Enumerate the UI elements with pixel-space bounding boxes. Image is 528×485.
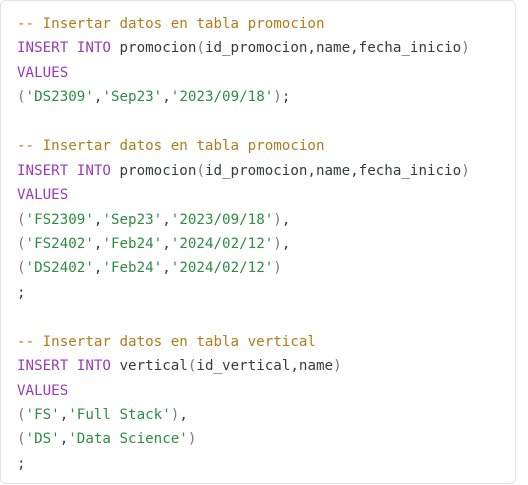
statement-terminator: ; xyxy=(17,455,26,472)
comment-text: -- Insertar datos en tabla promocion xyxy=(17,16,325,32)
sql-code: -- Insertar datos en tabla promocion INSE… xyxy=(17,12,470,476)
column-list: id_promocion,name,fecha_inicio xyxy=(204,162,462,179)
code-line-comment: -- Insertar datos en tabla promocion xyxy=(17,134,470,158)
string-literal: 'FS2402' xyxy=(25,235,94,252)
code-line-comment: -- Insertar datos en tabla vertical xyxy=(17,330,470,354)
table-name: promocion xyxy=(119,40,197,57)
code-line-insert: INSERT INTO promocion(id_promocion,name,… xyxy=(17,40,470,57)
string-literal: '2024/02/12' xyxy=(170,235,274,252)
table-name: vertical xyxy=(119,358,188,375)
code-line-row: ('FS','Full Stack'), xyxy=(17,407,188,423)
string-literal: '2024/02/12' xyxy=(170,260,274,277)
code-line-terminator: ; xyxy=(17,452,470,476)
string-literal: '2023/09/18' xyxy=(170,211,274,228)
insert-keyword: INSERT INTO xyxy=(17,358,111,375)
column-list: id_vertical,name xyxy=(196,358,334,375)
string-literal: 'Feb24' xyxy=(102,235,163,252)
values-keyword: VALUES xyxy=(17,187,69,204)
string-literal: '2023/09/18' xyxy=(170,89,274,106)
code-line-values: VALUES xyxy=(17,183,470,207)
string-literal: 'DS2402' xyxy=(25,260,94,277)
comment-text: -- Insertar datos en tabla promocion xyxy=(17,138,325,155)
column-list: id_promocion,name,fecha_inicio xyxy=(204,40,462,57)
values-keyword: VALUES xyxy=(17,64,69,81)
string-literal: 'Sep23' xyxy=(102,211,163,228)
insert-keyword: INSERT INTO xyxy=(17,162,111,179)
code-line-row: ('DS2402','Feb24','2024/02/12') xyxy=(17,260,282,277)
code-line-values: VALUES xyxy=(17,379,470,403)
insert-keyword: INSERT INTO xyxy=(17,40,111,57)
string-literal: 'DS' xyxy=(25,431,60,448)
code-line-values: VALUES xyxy=(17,61,470,85)
string-literal: 'Sep23' xyxy=(102,89,163,106)
code-line-row: ('DS','Data Science') xyxy=(17,431,197,448)
comment-text: -- Insertar datos en tabla vertical xyxy=(17,333,316,350)
code-line-row: ('FS2402','Feb24','2024/02/12'), xyxy=(17,235,291,252)
string-literal: 'DS2309' xyxy=(25,89,94,106)
code-line-insert: INSERT INTO promocion(id_promocion,name,… xyxy=(17,162,470,179)
code-block: -- Insertar datos en tabla promocion INSE… xyxy=(0,0,516,484)
statement-terminator: ; xyxy=(17,284,26,301)
string-literal: 'FS' xyxy=(25,407,60,423)
string-literal: 'Data Science' xyxy=(68,431,188,448)
code-line-terminator: ; xyxy=(17,281,470,305)
table-name: promocion xyxy=(119,162,197,179)
string-literal: 'Feb24' xyxy=(102,260,163,277)
code-line-insert: INSERT INTO vertical(id_vertical,name) xyxy=(17,358,342,375)
string-literal: 'FS2309' xyxy=(25,211,94,228)
code-line-row: ('DS2309','Sep23','2023/09/18'); xyxy=(17,89,291,106)
code-line-comment: -- Insertar datos en tabla promocion xyxy=(17,12,470,36)
string-literal: 'Full Stack' xyxy=(68,407,171,423)
code-line-row: ('FS2309','Sep23','2023/09/18'), xyxy=(17,211,291,228)
values-keyword: VALUES xyxy=(17,382,69,399)
